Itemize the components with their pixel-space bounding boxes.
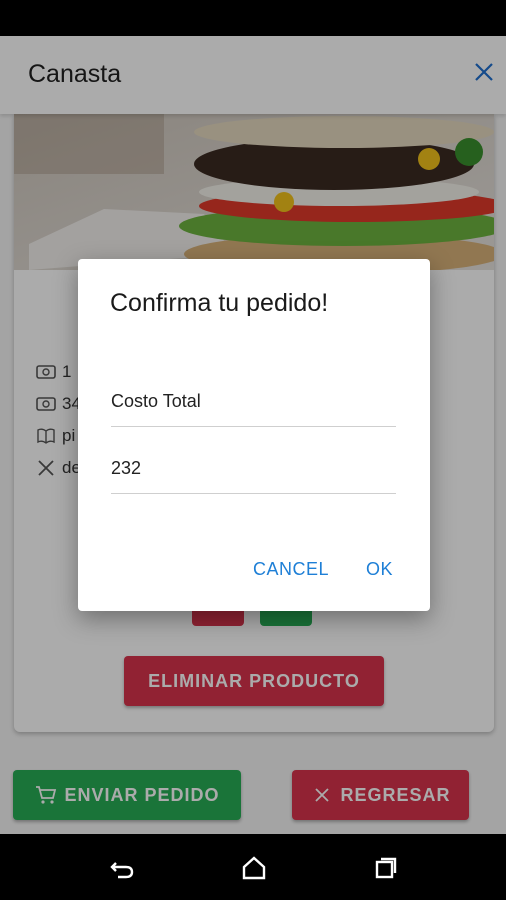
- recents-icon[interactable]: [372, 854, 400, 882]
- costo-total-value-field[interactable]: 232: [111, 454, 396, 494]
- back-icon[interactable]: [108, 854, 136, 882]
- confirm-dialog: Confirma tu pedido! Costo Total 232 CANC…: [78, 259, 430, 611]
- dialog-title: Confirma tu pedido!: [110, 289, 329, 317]
- home-icon[interactable]: [240, 854, 268, 882]
- status-bar: [0, 0, 506, 36]
- system-nav-bar: [0, 834, 506, 900]
- cancel-button[interactable]: CANCEL: [253, 559, 329, 580]
- costo-total-field[interactable]: Costo Total: [111, 387, 396, 427]
- ok-button[interactable]: OK: [366, 559, 393, 580]
